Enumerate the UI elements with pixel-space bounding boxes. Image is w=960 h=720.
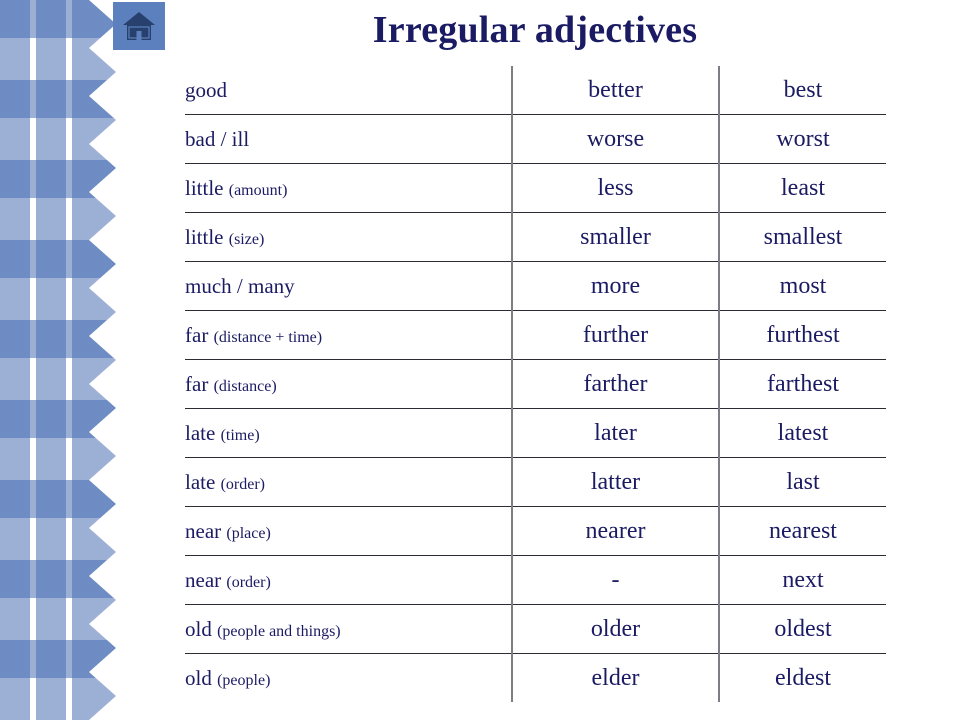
cell-superlative: smallest bbox=[719, 212, 886, 262]
table-body: good better best bad / ill worse worst l… bbox=[185, 66, 886, 702]
base-word: little bbox=[185, 175, 224, 200]
cell-base-form: much / many bbox=[185, 261, 513, 311]
cell-superlative: best bbox=[719, 66, 886, 115]
cell-superlative: nearest bbox=[719, 506, 886, 556]
base-word: little bbox=[185, 224, 224, 249]
cell-base-form: little (amount) bbox=[185, 163, 513, 213]
cell-comparative: older bbox=[512, 604, 720, 654]
cell-superlative: oldest bbox=[719, 604, 886, 654]
home-button[interactable] bbox=[113, 2, 165, 50]
irregular-adjectives-table: good better best bad / ill worse worst l… bbox=[185, 66, 886, 702]
cell-superlative: furthest bbox=[719, 310, 886, 360]
table-row: near (place) nearer nearest bbox=[185, 506, 886, 556]
table-row: good better best bbox=[185, 66, 886, 115]
base-word: late bbox=[185, 420, 216, 445]
cell-base-form: old (people) bbox=[185, 653, 513, 702]
cell-superlative: farthest bbox=[719, 359, 886, 409]
table-row: little (size) smaller smallest bbox=[185, 212, 886, 262]
cell-base-form: late (order) bbox=[185, 457, 513, 507]
cell-comparative: latter bbox=[512, 457, 720, 507]
base-qualifier: (time) bbox=[220, 426, 260, 444]
table-row: old (people) elder eldest bbox=[185, 653, 886, 702]
base-qualifier: (place) bbox=[226, 524, 271, 542]
base-qualifier: (amount) bbox=[228, 181, 288, 199]
base-word: far bbox=[185, 371, 209, 396]
base-qualifier: (order) bbox=[226, 573, 271, 591]
cell-comparative: farther bbox=[512, 359, 720, 409]
cell-superlative: most bbox=[719, 261, 886, 311]
gingham-pattern bbox=[0, 0, 116, 720]
decorative-gingham-band bbox=[0, 0, 116, 720]
cell-superlative: least bbox=[719, 163, 886, 213]
base-word: near bbox=[185, 567, 222, 592]
table-row: far (distance + time) further furthest bbox=[185, 310, 886, 360]
cell-comparative: worse bbox=[512, 114, 720, 164]
cell-base-form: far (distance) bbox=[185, 359, 513, 409]
cell-comparative: better bbox=[512, 66, 720, 115]
table-row: little (amount) less least bbox=[185, 163, 886, 213]
base-qualifier: (size) bbox=[228, 230, 265, 248]
base-word: far bbox=[185, 322, 209, 347]
cell-comparative: - bbox=[512, 555, 720, 605]
base-word: bad / ill bbox=[185, 126, 250, 151]
base-qualifier: (order) bbox=[220, 475, 265, 493]
cell-superlative: latest bbox=[719, 408, 886, 458]
cell-comparative: less bbox=[512, 163, 720, 213]
cell-superlative: worst bbox=[719, 114, 886, 164]
cell-superlative: eldest bbox=[775, 664, 831, 691]
base-qualifier: (distance + time) bbox=[213, 328, 323, 346]
base-word: late bbox=[185, 469, 216, 494]
base-qualifier: (people) bbox=[217, 671, 271, 689]
cell-base-form: late (time) bbox=[185, 408, 513, 458]
home-icon bbox=[122, 10, 156, 42]
cell-base-form: good bbox=[185, 66, 513, 115]
table-row: late (order) latter last bbox=[185, 457, 886, 507]
cell-superlative: last bbox=[719, 457, 886, 507]
cell-superlative: next bbox=[719, 555, 886, 605]
cell-comparative: elder bbox=[512, 653, 720, 702]
base-word: near bbox=[185, 518, 222, 543]
base-word: good bbox=[185, 77, 227, 102]
cell-comparative: more bbox=[512, 261, 720, 311]
table-row: far (distance) farther farthest bbox=[185, 359, 886, 409]
table-row: late (time) later latest bbox=[185, 408, 886, 458]
table-row: near (order) - next bbox=[185, 555, 886, 605]
base-qualifier: (people and things) bbox=[217, 622, 341, 640]
page-title: Irregular adjectives bbox=[372, 9, 698, 51]
cell-comparative: later bbox=[512, 408, 720, 458]
cell-comparative: further bbox=[512, 310, 720, 360]
cell-base-form: little (size) bbox=[185, 212, 513, 262]
cell-comparative: smaller bbox=[512, 212, 720, 262]
base-word: old bbox=[185, 616, 212, 641]
cell-base-form: near (place) bbox=[185, 506, 513, 556]
cell-base-form: bad / ill bbox=[185, 114, 513, 164]
cell-base-form: far (distance + time) bbox=[185, 310, 513, 360]
table-row: old (people and things) older oldest bbox=[185, 604, 886, 654]
cell-base-form: old (people and things) bbox=[185, 604, 513, 654]
table-row: much / many more most bbox=[185, 261, 886, 311]
cell-base-form: near (order) bbox=[185, 555, 513, 605]
base-word: much / many bbox=[185, 273, 295, 298]
base-word: old bbox=[185, 665, 212, 690]
cell-comparative: nearer bbox=[512, 506, 720, 556]
base-qualifier: (distance) bbox=[213, 377, 277, 395]
table-row: bad / ill worse worst bbox=[185, 114, 886, 164]
